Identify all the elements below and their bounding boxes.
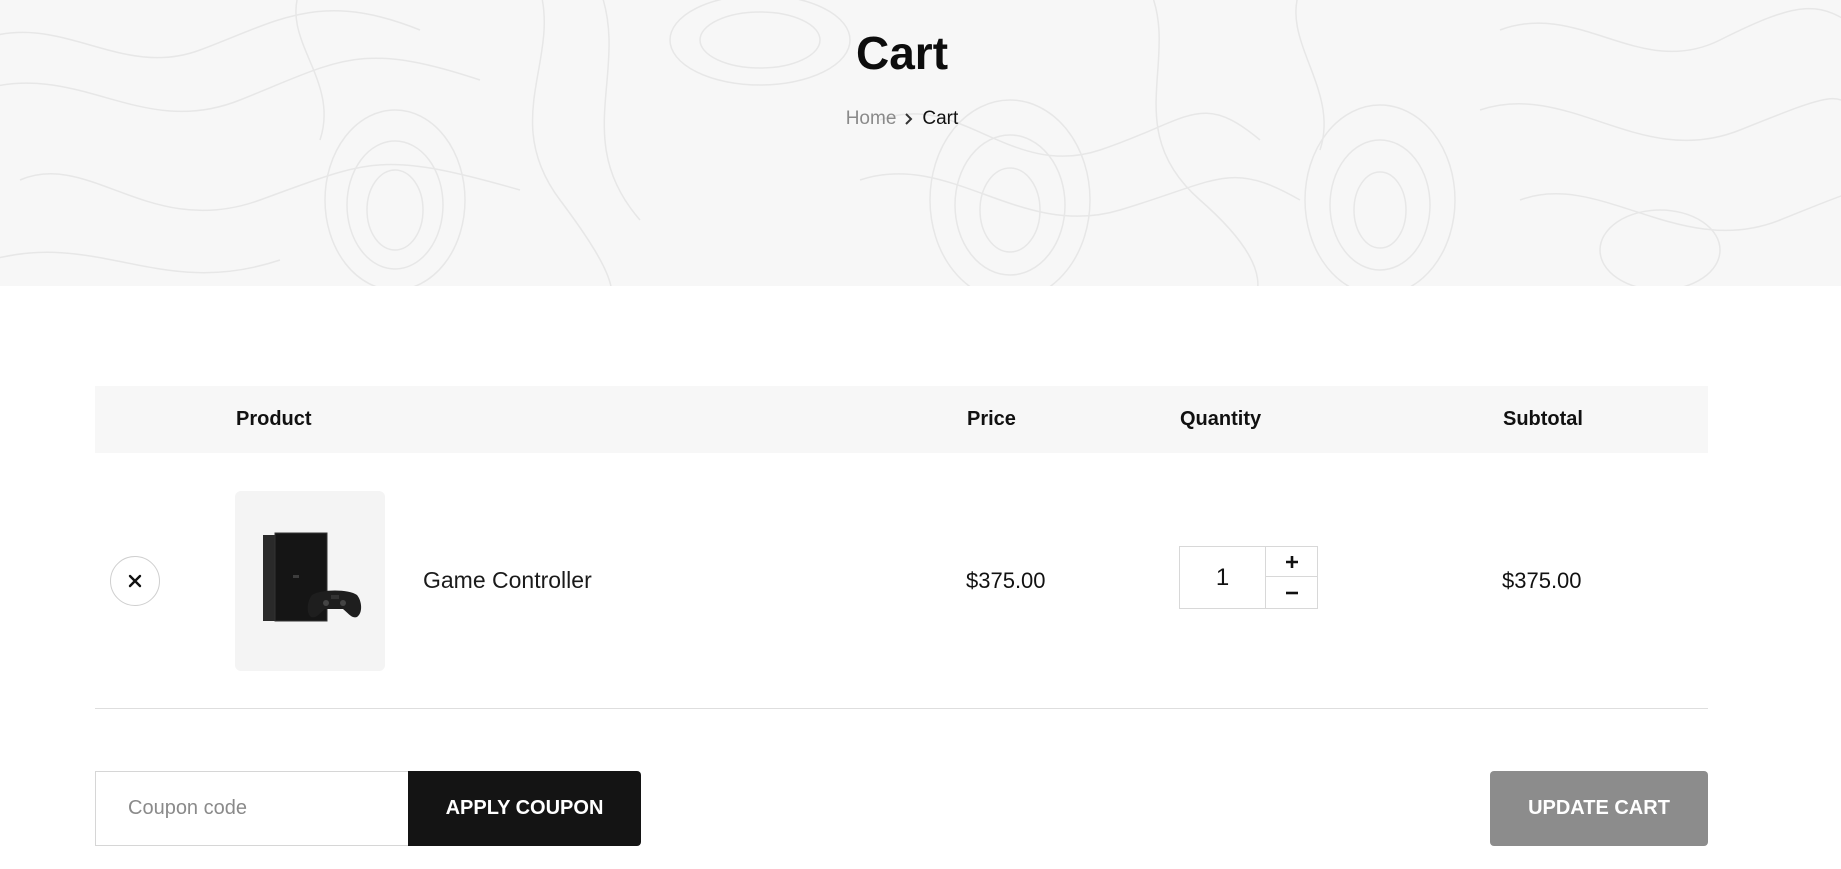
quantity-stepper <box>1179 546 1318 609</box>
header-product: Product <box>236 408 312 430</box>
quantity-controls <box>1265 547 1318 608</box>
coupon-form: APPLY COUPON <box>95 771 641 846</box>
header-quantity: Quantity <box>1180 408 1262 430</box>
close-icon <box>128 574 142 588</box>
breadcrumb-home-link[interactable]: Home <box>846 108 897 130</box>
breadcrumb-current: Cart <box>922 108 959 129</box>
plus-icon <box>1286 555 1298 568</box>
product-price: $375.00 <box>966 568 1046 593</box>
breadcrumb: Home Cart <box>0 108 1804 130</box>
header-price: Price <box>967 408 1016 430</box>
cart-row: Game Controller $375.00 $375.00 <box>95 453 1708 709</box>
product-subtotal: $375.00 <box>1502 568 1582 593</box>
header-subtotal: Subtotal <box>1503 408 1583 430</box>
chevron-right-icon <box>902 112 916 126</box>
remove-item-button[interactable] <box>110 556 160 606</box>
product-name-link[interactable]: Game Controller <box>423 567 592 594</box>
game-console-image <box>263 532 362 622</box>
page-hero: Cart Home Cart <box>0 0 1841 286</box>
quantity-decrease-button[interactable] <box>1266 578 1318 608</box>
product-thumbnail[interactable] <box>235 491 385 671</box>
apply-coupon-button[interactable]: APPLY COUPON <box>408 771 641 846</box>
minus-icon <box>1286 591 1298 595</box>
coupon-code-input[interactable] <box>95 771 408 846</box>
quantity-increase-button[interactable] <box>1266 547 1318 577</box>
update-cart-button[interactable]: UPDATE CART <box>1490 771 1708 846</box>
page-title: Cart <box>855 27 949 79</box>
quantity-input[interactable] <box>1180 547 1265 608</box>
cart-table-header: Product Price Quantity Subtotal <box>95 386 1708 453</box>
